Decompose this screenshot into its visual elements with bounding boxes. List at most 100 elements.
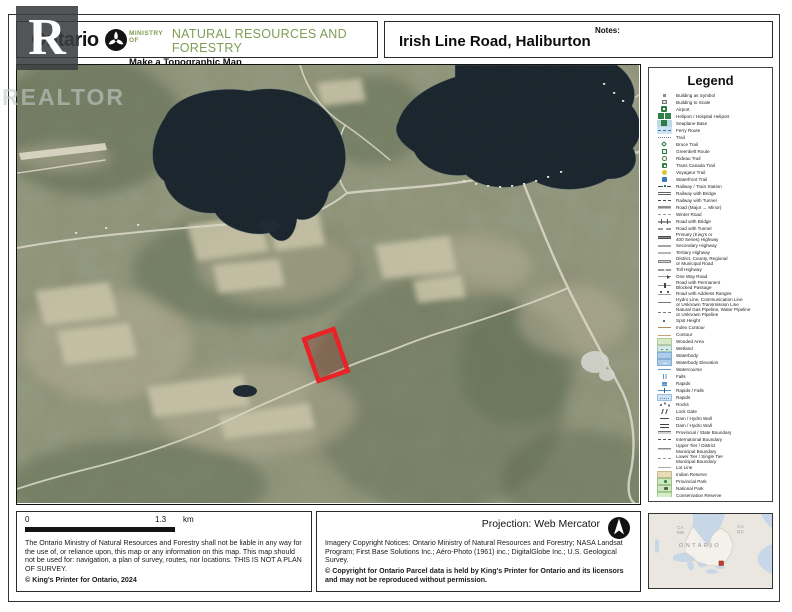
legend-item: Hydro Line, Communication Line or Unknow… bbox=[657, 297, 769, 307]
legend-item-label: Railway with Tunnel bbox=[676, 198, 717, 203]
legend-item-icon bbox=[657, 359, 672, 366]
legend-item-label: Voyageur Trail bbox=[676, 170, 705, 175]
legend-item: Upper Tier / District Municipal Boundary bbox=[657, 443, 769, 453]
legend-item-label: Index Contour bbox=[676, 325, 705, 330]
legend-item: Lock Gate bbox=[657, 408, 769, 415]
legend-item-icon bbox=[657, 92, 672, 99]
legend-item-label: Conservation Reserve bbox=[676, 493, 721, 497]
legend-item: Building to Scale bbox=[657, 99, 769, 106]
legend-item: Falls bbox=[657, 373, 769, 380]
legend-item-icon bbox=[657, 478, 672, 485]
ministry-prefix: MINISTRY OF bbox=[129, 27, 167, 44]
legend-item-label: Seaplane Base bbox=[676, 121, 707, 126]
legend-item-icon bbox=[657, 234, 672, 241]
legend-item: Road (Major → Minor) bbox=[657, 204, 769, 211]
legend-item-icon bbox=[657, 455, 672, 462]
realtor-watermark-text: REALTOR bbox=[2, 84, 125, 111]
legend-item-label: Secondary Highway bbox=[676, 243, 717, 248]
legend-item: National Park bbox=[657, 485, 769, 492]
legend-item: Rapids bbox=[657, 380, 769, 387]
legend-item-icon bbox=[657, 380, 672, 387]
legend-panel: Legend Building as Symbol Building to Sc… bbox=[648, 67, 773, 502]
legend-item-icon bbox=[657, 464, 672, 471]
legend-item: Rocks bbox=[657, 401, 769, 408]
legend-item-icon bbox=[657, 485, 672, 492]
legend-item-icon bbox=[657, 218, 672, 225]
legend-item-label: Airport bbox=[676, 107, 690, 112]
legend-item-icon bbox=[657, 155, 672, 162]
ministry-name: NATURAL RESOURCES AND FORESTRY bbox=[172, 27, 377, 55]
realtor-watermark-logo: R bbox=[16, 6, 78, 70]
legend-item-icon bbox=[657, 394, 672, 401]
inset-region-label: ONTARIO bbox=[679, 543, 721, 549]
ontario-trillium-icon bbox=[104, 28, 128, 52]
legend-item: Dam / Hydro Wall bbox=[657, 422, 769, 429]
legend-item-icon bbox=[657, 249, 672, 256]
footer-disclaimer-box: 0 1.3 km The Ontario Ministry of Natural… bbox=[16, 511, 312, 592]
legend-item-label: Road with Tunnel bbox=[676, 226, 712, 231]
legend-item-label: Waterbody bbox=[676, 353, 698, 358]
legend-item: Provincial Park bbox=[657, 478, 769, 485]
north-arrow-icon bbox=[606, 515, 632, 541]
legend-item-label: Ferry Route bbox=[676, 128, 700, 133]
legend-item-label: Rocks bbox=[676, 402, 689, 407]
legend-item-icon bbox=[657, 162, 672, 169]
legend-item-icon bbox=[657, 273, 672, 280]
legend-item-label: Trail bbox=[676, 135, 685, 140]
legend-item-icon bbox=[657, 106, 672, 113]
legend-item-label: Building to Scale bbox=[676, 100, 710, 105]
legend-item-icon bbox=[657, 134, 672, 141]
locator-inset-map: CA MB CA QC ONTARIO bbox=[648, 513, 773, 589]
legend-item-label: Rideau Trail bbox=[676, 156, 701, 161]
legend-item: Natural Gas Pipeline, Water Pipeline or … bbox=[657, 307, 769, 317]
location-marker bbox=[719, 561, 724, 566]
legend-item-label: Rapids bbox=[676, 381, 690, 386]
terrain-grain bbox=[17, 65, 639, 503]
legend-item-icon bbox=[657, 290, 672, 297]
legend-item-label: Road with Address Ranges bbox=[676, 291, 731, 296]
legend-item-icon bbox=[657, 429, 672, 436]
legend-item: One Way Road bbox=[657, 273, 769, 280]
legend-item-label: Wooded Area bbox=[676, 339, 704, 344]
legend-item-label: Upper Tier / District Municipal Boundary bbox=[676, 443, 716, 453]
legend-item-label: Wetland bbox=[676, 346, 693, 351]
legend-item: Conservation Reserve bbox=[657, 492, 769, 497]
map-canvas bbox=[16, 64, 641, 505]
legend-item: Rapids / Falls bbox=[657, 387, 769, 394]
legend-item-icon bbox=[657, 242, 672, 249]
copyright-text: © King's Printer for Ontario, 2024 bbox=[25, 576, 137, 584]
legend-item-icon bbox=[657, 282, 672, 289]
legend-item-label: Road with Permanent Blocked Passage bbox=[676, 280, 720, 290]
scale-unit-label: km bbox=[183, 515, 194, 524]
legend-item-label: Bruce Trail bbox=[676, 142, 698, 147]
legend-item-icon bbox=[657, 422, 672, 429]
legend-item-label: Falls bbox=[676, 374, 686, 379]
legend-item: Road with Permanent Blocked Passage bbox=[657, 280, 769, 290]
legend-item: Rideau Trail bbox=[657, 155, 769, 162]
legend-item: Winter Road bbox=[657, 211, 769, 218]
legend-item: Tertiary Highway bbox=[657, 249, 769, 256]
legend-item-icon bbox=[657, 211, 672, 218]
legend-item-icon bbox=[657, 445, 672, 452]
legend-item-icon bbox=[657, 99, 672, 106]
legend-item-icon bbox=[657, 176, 672, 183]
legend-item-icon bbox=[657, 401, 672, 408]
footer-notices-box: Projection: Web Mercator Imagery Copyrig… bbox=[316, 511, 641, 592]
legend-title: Legend bbox=[649, 73, 772, 88]
legend-item-label: Waterfront Trail bbox=[676, 177, 707, 182]
legend-item: Trans Canada Trail bbox=[657, 162, 769, 169]
legend-item: Trail bbox=[657, 134, 769, 141]
legend-item-label: Trans Canada Trail bbox=[676, 163, 715, 168]
legend-item-icon bbox=[657, 183, 672, 190]
legend-item: District, County, Regional or Municipal … bbox=[657, 256, 769, 266]
legend-item-icon bbox=[657, 492, 672, 497]
legend-item-icon bbox=[657, 113, 672, 120]
legend-item: Wooded Area bbox=[657, 338, 769, 345]
legend-item-label: Watercourse bbox=[676, 367, 702, 372]
legend-item-label: Railway with Bridge bbox=[676, 191, 716, 196]
legend-item-icon bbox=[657, 197, 672, 204]
legend-item-label: Road (Major → Minor) bbox=[676, 205, 721, 210]
legend-item-icon bbox=[657, 120, 672, 127]
legend-item-label: Lower Tier / Single Tier Municipal Bound… bbox=[676, 454, 723, 464]
legend-item-label: Heliport / Hospital Heliport bbox=[676, 114, 729, 119]
